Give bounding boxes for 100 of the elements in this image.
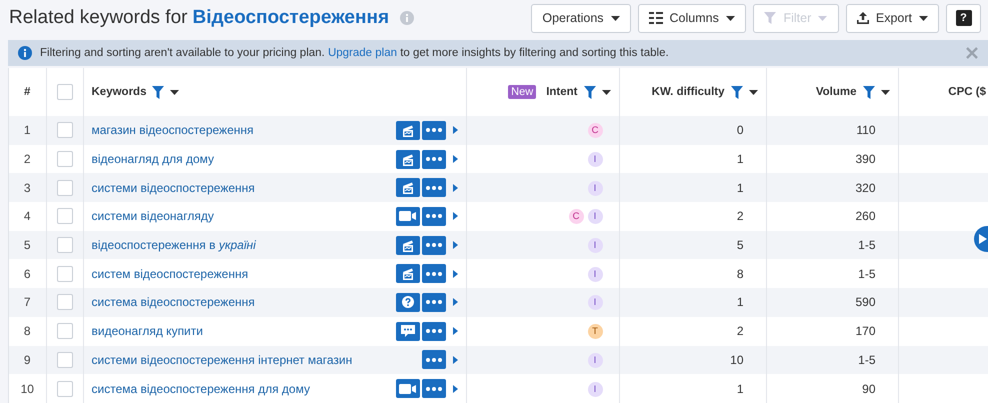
volume-value: 320 <box>855 180 876 195</box>
more-button[interactable] <box>422 150 446 169</box>
more-icon <box>426 386 442 391</box>
serp-feature-button[interactable] <box>396 322 420 341</box>
difficulty-value: 1 <box>736 295 744 310</box>
image-icon <box>400 267 414 280</box>
export-button[interactable]: Export <box>846 4 939 32</box>
serp-feature-button[interactable] <box>396 379 420 398</box>
row-number: 6 <box>24 266 31 281</box>
keyword-link[interactable]: систем відеоспостереження <box>92 266 248 281</box>
row-number: 4 <box>24 209 31 224</box>
filter-icon[interactable] <box>152 86 164 98</box>
expand-icon[interactable] <box>452 184 458 192</box>
more-button[interactable] <box>422 206 446 226</box>
serp-feature-button[interactable] <box>396 236 420 255</box>
difficulty-value: 2 <box>736 324 744 338</box>
more-button[interactable] <box>422 264 446 284</box>
more-button[interactable] <box>422 379 446 398</box>
row-checkbox[interactable] <box>56 237 72 254</box>
more-button[interactable] <box>422 322 446 341</box>
serp-feature-button[interactable] <box>396 120 420 140</box>
video-camera-icon <box>399 211 416 222</box>
expand-icon[interactable] <box>452 241 458 250</box>
row-number: 5 <box>24 238 31 252</box>
intent-badge: I <box>588 152 602 168</box>
row-checkbox[interactable] <box>56 180 72 196</box>
more-button[interactable] <box>422 292 446 312</box>
serp-feature-button[interactable] <box>396 150 420 169</box>
more-button[interactable] <box>422 350 446 370</box>
caret-icon[interactable] <box>880 90 890 94</box>
volume-value: 1-5 <box>858 352 876 367</box>
caret-icon[interactable] <box>748 90 758 94</box>
volume-value: 90 <box>862 382 876 396</box>
row-number: 9 <box>24 352 31 367</box>
serp-feature-button[interactable] <box>396 292 420 312</box>
row-checkbox[interactable] <box>56 323 72 340</box>
filter-icon[interactable] <box>862 86 874 98</box>
difficulty-value: 0 <box>736 123 744 138</box>
row-checkbox[interactable] <box>56 380 72 397</box>
row-checkbox[interactable] <box>56 151 72 168</box>
keyword-link[interactable]: видеонагляд купити <box>92 324 203 338</box>
row-checkbox[interactable] <box>56 122 72 138</box>
more-button[interactable] <box>422 178 446 198</box>
keyword-link[interactable]: відеонагляд для дому <box>92 152 214 166</box>
help-button[interactable]: ? <box>946 4 981 32</box>
expand-icon[interactable] <box>452 126 458 134</box>
more-button[interactable] <box>422 236 446 255</box>
filter-icon[interactable] <box>584 86 596 98</box>
page-title: Related keywords for <box>9 7 188 29</box>
difficulty-value: 1 <box>736 180 744 195</box>
more-button[interactable] <box>422 120 446 140</box>
row-number: 7 <box>24 295 31 310</box>
serp-feature-button[interactable] <box>396 264 420 284</box>
row-checkbox[interactable] <box>56 266 72 282</box>
operations-button[interactable]: Operations <box>531 4 631 32</box>
volume-value: 390 <box>855 152 876 166</box>
select-all-checkbox[interactable] <box>56 84 72 100</box>
more-icon <box>426 157 442 162</box>
more-icon <box>426 329 442 334</box>
column-header[interactable]: Keywords <box>92 86 146 98</box>
row-checkbox[interactable] <box>56 208 72 224</box>
more-icon <box>426 186 442 190</box>
caret-icon[interactable] <box>170 90 180 94</box>
caret-icon <box>610 16 620 20</box>
filter-icon[interactable] <box>730 86 742 98</box>
image-icon <box>400 124 414 137</box>
serp-feature-button[interactable] <box>396 178 420 198</box>
row-number: 10 <box>20 382 34 396</box>
column-header[interactable]: CPC ($ <box>948 86 986 98</box>
serp-feature-button[interactable] <box>396 206 420 226</box>
difficulty-value: 1 <box>736 382 744 396</box>
expand-icon[interactable] <box>452 155 458 164</box>
columns-button[interactable]: Columns <box>638 4 746 32</box>
upgrade-link[interactable]: Upgrade plan <box>328 47 398 59</box>
image-icon <box>400 181 414 194</box>
caret-icon <box>818 16 828 20</box>
keyword-link[interactable]: система відеоспостереження для дому <box>92 382 310 396</box>
expand-icon[interactable] <box>452 356 458 364</box>
keyword-link[interactable]: системи відеонагляду <box>92 209 214 224</box>
volume-value: 260 <box>855 209 876 224</box>
expand-icon[interactable] <box>452 298 458 306</box>
expand-icon[interactable] <box>452 212 458 220</box>
caret-icon[interactable] <box>602 90 610 94</box>
row-checkbox[interactable] <box>56 352 72 368</box>
row-number: 3 <box>24 180 31 195</box>
difficulty-value: 1 <box>736 152 744 166</box>
info-icon <box>400 11 414 25</box>
new-badge: New <box>508 85 536 99</box>
row-checkbox[interactable] <box>56 294 72 310</box>
expand-icon[interactable] <box>452 270 458 278</box>
difficulty-value: 10 <box>730 352 744 367</box>
expand-icon[interactable] <box>452 384 458 393</box>
intent-badge: I <box>588 382 602 397</box>
more-icon <box>426 128 442 132</box>
column-header[interactable]: KW. difficulty <box>652 86 724 98</box>
column-header[interactable]: Volume <box>816 86 856 98</box>
column-header[interactable]: Intent <box>546 86 578 98</box>
expand-icon[interactable] <box>452 327 458 336</box>
image-icon <box>400 238 414 252</box>
intent-badge: I <box>588 295 602 310</box>
